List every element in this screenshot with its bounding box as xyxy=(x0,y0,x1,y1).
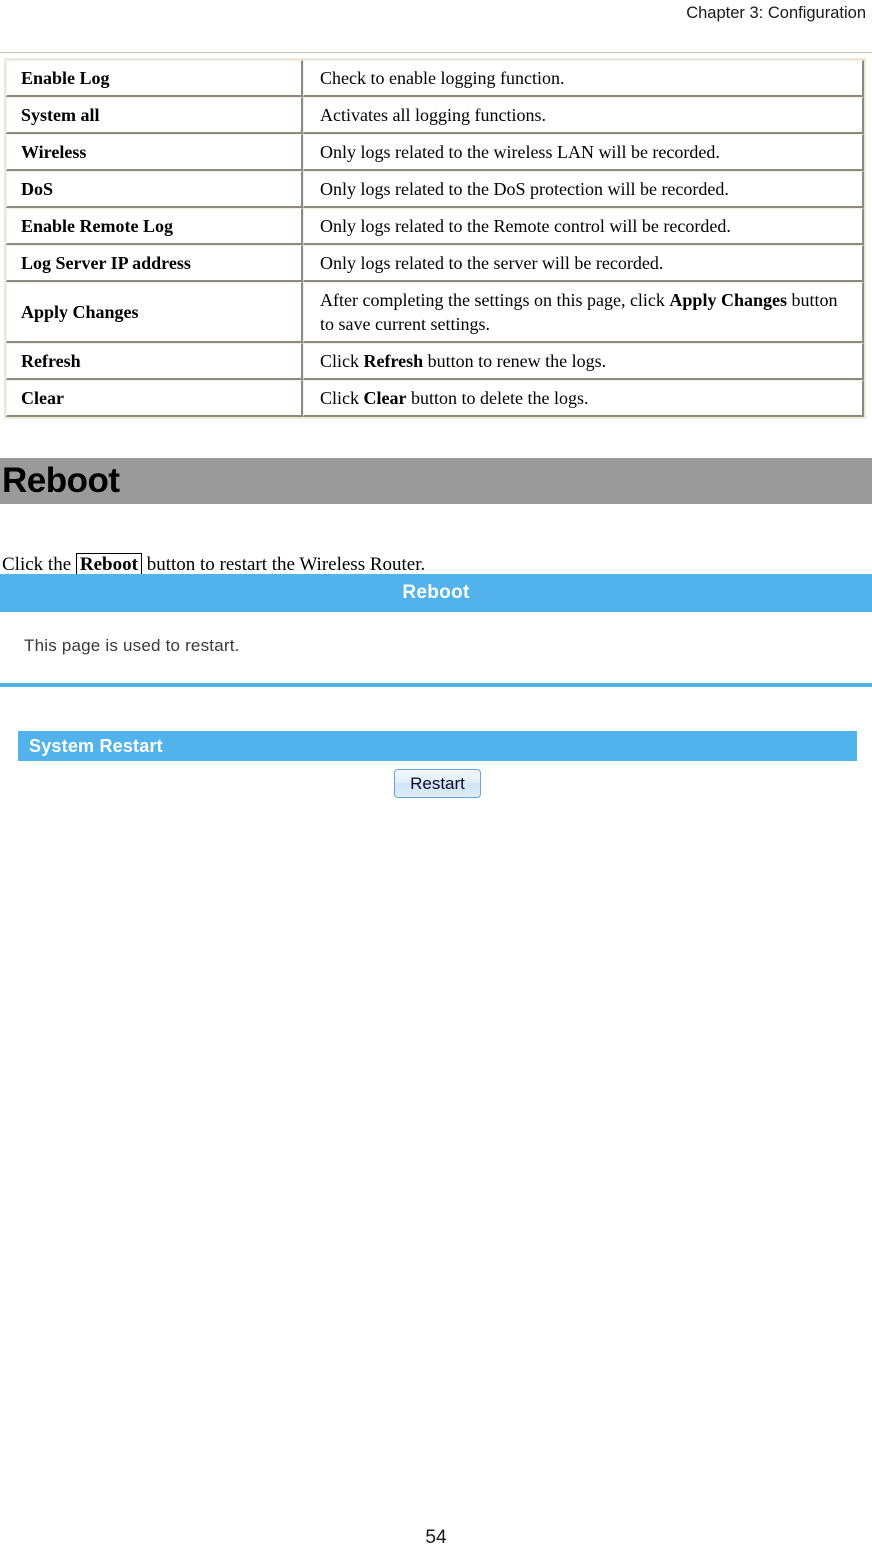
router-page-titlebar: Reboot xyxy=(0,574,872,612)
table-row: Wireless Only logs related to the wirele… xyxy=(6,134,864,171)
row-term: Wireless xyxy=(6,134,303,171)
table-row: Enable Log Check to enable logging funct… xyxy=(6,60,864,97)
row-term: Apply Changes xyxy=(6,282,303,343)
intro-text-before: Click the xyxy=(2,554,76,575)
intro-text-after: button to restart the Wireless Router. xyxy=(141,554,426,575)
table-row: Enable Remote Log Only logs related to t… xyxy=(6,208,864,245)
chapter-title: Chapter 3: Configuration xyxy=(686,4,866,22)
header-divider-rule xyxy=(0,52,872,53)
description-table: Enable Log Check to enable logging funct… xyxy=(4,58,866,419)
restart-button[interactable]: Restart xyxy=(394,769,481,798)
row-definition: Click Refresh button to renew the logs. xyxy=(303,343,864,380)
router-page-description: This page is used to restart. xyxy=(24,636,240,655)
table-row: Apply Changes After completing the setti… xyxy=(6,282,864,343)
row-term: Log Server IP address xyxy=(6,245,303,282)
row-definition: Click Clear button to delete the logs. xyxy=(303,380,864,417)
row-definition: Check to enable logging function. xyxy=(303,60,864,97)
section-heading-bar: Reboot xyxy=(0,458,872,504)
table-row: System all Activates all logging functio… xyxy=(6,97,864,134)
page-running-header: Chapter 3: Configuration xyxy=(0,0,872,30)
table-row: Clear Click Clear button to delete the l… xyxy=(6,380,864,417)
table-row: Log Server IP address Only logs related … xyxy=(6,245,864,282)
table-row: DoS Only logs related to the DoS protect… xyxy=(6,171,864,208)
table-body: Enable Log Check to enable logging funct… xyxy=(6,60,864,417)
router-section-divider xyxy=(0,683,872,687)
row-definition: After completing the settings on this pa… xyxy=(303,282,864,343)
page-number: 54 xyxy=(425,1527,447,1548)
row-definition: Only logs related to the Remote control … xyxy=(303,208,864,245)
row-definition: Only logs related to the DoS protection … xyxy=(303,171,864,208)
row-term: Enable Remote Log xyxy=(6,208,303,245)
row-definition: Only logs related to the server will be … xyxy=(303,245,864,282)
row-term: DoS xyxy=(6,171,303,208)
table-row: Refresh Click Refresh button to renew th… xyxy=(6,343,864,380)
section-heading-title: Reboot xyxy=(2,461,120,500)
router-subsection-bar: System Restart xyxy=(18,731,857,761)
router-subsection-title: System Restart xyxy=(29,735,163,756)
log-settings-description-table: Enable Log Check to enable logging funct… xyxy=(4,58,866,419)
row-term: Clear xyxy=(6,380,303,417)
row-definition: Activates all logging functions. xyxy=(303,97,864,134)
row-definition: Only logs related to the wireless LAN wi… xyxy=(303,134,864,171)
router-page-title: Reboot xyxy=(402,582,470,603)
row-term: System all xyxy=(6,97,303,134)
row-term: Refresh xyxy=(6,343,303,380)
row-term: Enable Log xyxy=(6,60,303,97)
